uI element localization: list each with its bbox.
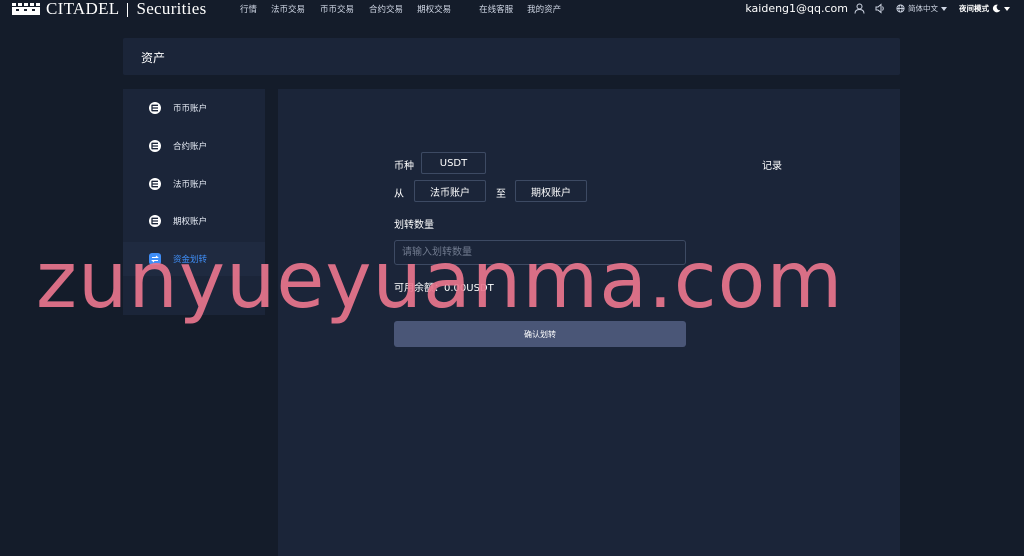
available-balance: 可用余额：0.00USDT [394, 283, 494, 294]
chevron-down-icon [1004, 6, 1010, 11]
main-nav: 行情 法币交易 币币交易 合约交易 期权交易 在线客服 我的资产 [240, 3, 561, 15]
brand-logo[interactable]: CITADEL Securities [12, 0, 207, 18]
nav-item-contract-trade[interactable]: 合约交易 [369, 3, 403, 15]
sidebar-item-spot-account[interactable]: 币币账户 [123, 91, 265, 125]
chevron-down-icon [941, 6, 947, 11]
nav-item-my-assets[interactable]: 我的资产 [527, 3, 561, 15]
records-link[interactable]: 记录 [762, 157, 782, 172]
currency-select[interactable]: USDT [421, 152, 486, 174]
account-sidebar: 币币账户 合约账户 法币账户 期权账户 资金划转 [123, 89, 265, 315]
page-title: 资产 [141, 51, 166, 65]
to-account-select[interactable]: 期权账户 [515, 180, 587, 202]
account-icon [149, 178, 161, 190]
globe-icon [896, 4, 905, 13]
sidebar-item-label: 法币账户 [173, 180, 208, 190]
user-nav: kaideng1@qq.com 简体中文 夜间模式 [745, 2, 1010, 15]
currency-label: 币种 [394, 161, 414, 172]
sidebar-item-label: 币币账户 [173, 104, 208, 114]
account-icon [149, 102, 161, 114]
amount-input[interactable] [394, 240, 686, 265]
from-label: 从 [394, 189, 404, 200]
to-label: 至 [496, 189, 506, 200]
moon-icon [992, 4, 1001, 13]
theme-label: 夜间模式 [959, 4, 989, 13]
nav-item-fiat-trade[interactable]: 法币交易 [271, 3, 305, 15]
nav-item-support[interactable]: 在线客服 [479, 3, 513, 15]
brand-divider [127, 3, 129, 18]
citadel-logo-icon [12, 3, 40, 15]
from-account-select[interactable]: 法币账户 [414, 180, 486, 202]
confirm-transfer-button[interactable]: 确认划转 [394, 321, 686, 347]
transfer-panel: 币种 USDT 记录 从 法币账户 至 期权账户 划转数量 可用余额：0.00U… [278, 89, 900, 556]
top-navbar: CITADEL Securities 行情 法币交易 币币交易 合约交易 期权交易… [0, 0, 1024, 22]
sidebar-item-contract-account[interactable]: 合约账户 [123, 129, 265, 163]
language-selector[interactable]: 简体中文 [896, 3, 947, 14]
speaker-icon[interactable] [875, 3, 886, 14]
user-email[interactable]: kaideng1@qq.com [745, 2, 848, 15]
sidebar-item-label: 期权账户 [173, 217, 208, 227]
nav-item-spot-trade[interactable]: 币币交易 [320, 3, 354, 15]
account-icon [149, 215, 161, 227]
theme-toggle[interactable]: 夜间模式 [959, 3, 1010, 14]
language-label: 简体中文 [908, 4, 938, 13]
account-icon [149, 140, 161, 152]
amount-label: 划转数量 [394, 220, 434, 231]
sidebar-item-fiat-account[interactable]: 法币账户 [123, 167, 265, 201]
sidebar-item-label: 合约账户 [173, 142, 208, 152]
sidebar-item-options-account[interactable]: 期权账户 [123, 204, 265, 238]
user-icon[interactable] [854, 3, 865, 14]
nav-item-options-trade[interactable]: 期权交易 [417, 3, 451, 15]
brand-name: CITADEL [46, 0, 120, 18]
sidebar-item-fund-transfer[interactable]: 资金划转 [123, 242, 265, 276]
nav-item-market[interactable]: 行情 [240, 3, 257, 15]
assets-header: 资产 [123, 38, 900, 75]
sidebar-item-label: 资金划转 [173, 255, 208, 265]
transfer-icon [149, 253, 161, 265]
brand-suffix: Securities [136, 0, 207, 18]
